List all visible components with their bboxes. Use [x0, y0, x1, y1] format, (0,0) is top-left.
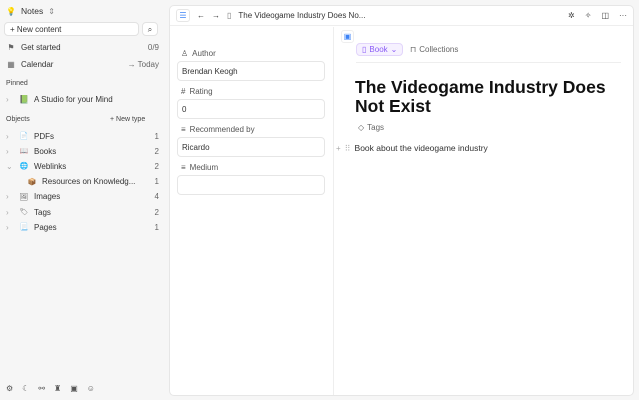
body-text[interactable]: Book about the videogame industry [355, 143, 488, 153]
type-badge[interactable]: ▯ Book ⌄ [356, 43, 404, 56]
collections-button[interactable]: ⊓ Collections [410, 45, 458, 54]
object-type-icon: 🖼 [19, 193, 29, 201]
pinned-heading: Pinned [6, 80, 28, 87]
chevron-down-icon: ⌄ [390, 45, 398, 54]
property-label: # Rating [181, 87, 213, 96]
settings-icon[interactable]: ⚙ [6, 384, 13, 393]
chevron-icon[interactable]: ⌄ [6, 162, 14, 171]
today-link[interactable]: → Today [128, 60, 159, 69]
property-field[interactable]: Ricardo [177, 137, 325, 157]
sidebar: 💡 Notes ⇕ + New content ⌕ ⚑ Get started 0/9 … [0, 0, 165, 400]
divider [356, 62, 621, 63]
drag-handle-icon[interactable]: ⠿ [345, 144, 351, 153]
property-label: ♙ Author [181, 49, 216, 58]
sidebar-object-item[interactable]: ⌄ 🌐 Weblinks 2 [6, 159, 159, 173]
chevron-icon[interactable]: › [6, 132, 14, 141]
back-arrow-icon[interactable]: ← [197, 11, 205, 20]
sidebar-object-item[interactable]: › 📄 PDFs 1 [6, 129, 159, 143]
page-title[interactable]: The Videogame Industry Does Not Exist [355, 78, 625, 116]
properties-panel: ♙ Author Brendan Keogh # Rating 0 ≡ Recommended… [170, 27, 334, 395]
graph-icon[interactable]: ⚯ [38, 384, 45, 393]
chevron-icon[interactable]: › [6, 192, 14, 201]
object-type-icon: 📃 [19, 224, 29, 232]
new-type-button[interactable]: + New type [110, 116, 145, 123]
hash-icon: # [181, 87, 186, 96]
chevron-icon[interactable]: › [6, 208, 14, 217]
object-type-icon: 📄 [19, 133, 29, 140]
inbox-icon[interactable]: ▣ [70, 384, 78, 393]
property-field[interactable] [177, 175, 325, 195]
trophy-icon[interactable]: ♜ [54, 384, 61, 393]
property-field[interactable]: 0 [177, 99, 325, 119]
book-icon: ▯ [362, 45, 367, 54]
bulb-icon: 💡 [6, 6, 16, 16]
search-icon: ⌕ [147, 25, 153, 34]
person-icon: ♙ [181, 49, 189, 58]
calendar-icon: ▦ [7, 59, 15, 69]
new-content-button[interactable]: + New content [4, 22, 139, 36]
objects-heading: Objects [6, 116, 30, 123]
moon-icon[interactable]: ☾ [22, 384, 29, 393]
topbar: ☰ ← → ▯ The Videogame Industry Does No..… [170, 6, 633, 26]
property-label: ≡ Recommended by [181, 125, 255, 134]
chevron-updown-icon: ⇕ [48, 6, 55, 16]
more-icon[interactable]: ··· [619, 11, 627, 20]
sidebar-object-item[interactable]: › 🏷 Tags 2 [6, 205, 159, 219]
breadcrumb[interactable]: The Videogame Industry Does No... [238, 11, 365, 20]
add-block-icon[interactable]: + [336, 144, 341, 153]
user-icon[interactable]: ☺ [87, 384, 95, 393]
main-card: ☰ ← → ▯ The Videogame Industry Does No..… [169, 5, 634, 396]
sidebar-object-item[interactable]: 📦 Resources on Knowledg... 1 [14, 175, 159, 189]
property-label: ≡ Medium [181, 163, 219, 172]
tag-icon: ◇ [358, 123, 365, 132]
book-icon: ▯ [227, 11, 232, 20]
studio-icon: 📗 [19, 94, 29, 104]
space-switcher[interactable]: 💡 Notes ⇕ [6, 4, 159, 18]
object-type-icon: 📦 [27, 178, 37, 186]
lock-icon: ⊓ [410, 45, 417, 54]
object-type-icon: 🌐 [19, 163, 29, 171]
sidebar-object-item[interactable]: › 📃 Pages 1 [6, 220, 159, 234]
menu-icon: ≡ [181, 163, 186, 172]
chevron-icon[interactable]: › [6, 223, 14, 232]
sidebar-object-item[interactable]: › 🖼 Images 4 [6, 190, 159, 204]
property-field[interactable]: Brendan Keogh [177, 61, 325, 81]
sidebar-panel-icon[interactable]: ◫ [601, 11, 609, 20]
object-type-icon: 🏷 [19, 209, 29, 216]
pinned-item[interactable]: › 📗 A Studio for your Mind [6, 92, 159, 106]
chevron-right-icon: › [6, 94, 9, 104]
search-button[interactable]: ⌕ [142, 22, 158, 36]
calendar[interactable]: ▦ Calendar → Today [6, 57, 159, 71]
compass-icon: ⚑ [7, 42, 15, 52]
get-started[interactable]: ⚑ Get started 0/9 [6, 40, 159, 54]
outline-toggle-icon[interactable]: ☰ [176, 9, 190, 22]
sidebar-object-item[interactable]: › 📖 Books 2 [6, 144, 159, 158]
graph-view-icon[interactable]: ✲ [568, 11, 575, 20]
list-icon: ≡ [181, 125, 186, 134]
forward-arrow-icon[interactable]: → [212, 11, 220, 20]
tags-button[interactable]: ◇ Tags [358, 123, 384, 132]
object-type-icon: 📖 [19, 148, 29, 156]
pin-icon[interactable]: ✧ [585, 11, 592, 20]
panel-toggle-icon[interactable]: ▣ [341, 30, 354, 43]
chevron-icon[interactable]: › [6, 147, 14, 156]
